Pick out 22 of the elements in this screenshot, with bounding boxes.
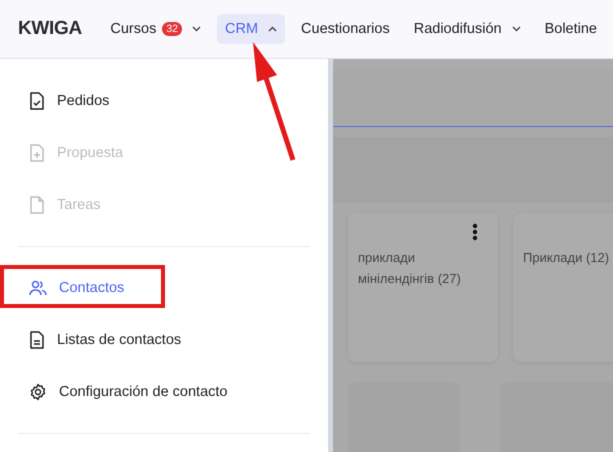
menu-item[interactable]: Listas de contactos	[18, 314, 182, 366]
document-text-icon	[29, 331, 45, 349]
users-icon	[29, 280, 47, 296]
nav-menu-item[interactable]: Radiodifusión	[406, 14, 529, 44]
card-title: приклади мінілендінгів (27)	[358, 249, 462, 288]
folder-card[interactable]: Приклади (12)	[513, 213, 613, 362]
nav-menu-item[interactable]: Cuestionarios	[293, 14, 398, 44]
count-badge: 32	[162, 22, 182, 36]
card-title: Приклади (12)	[523, 249, 610, 267]
logo[interactable]: KWIGA	[18, 18, 102, 40]
nav-menu-item[interactable]: CRM	[217, 14, 286, 44]
menu-item[interactable]: Contactos	[18, 262, 124, 314]
folder-card[interactable]: приклади мінілендінгів (27)	[348, 213, 498, 362]
document-check-icon	[29, 92, 45, 110]
nav-menu-item[interactable]: Boletine	[536, 14, 605, 44]
menu-item[interactable]: Configuración de contacto	[18, 366, 228, 418]
menu-item[interactable]: Pedidos	[18, 75, 110, 127]
settings-icon	[29, 383, 47, 401]
document-icon	[29, 196, 45, 214]
more-vertical-icon[interactable]	[472, 223, 478, 241]
nav-menu-item[interactable]: Cursos 32	[102, 14, 210, 44]
document-plus-icon	[29, 144, 45, 162]
